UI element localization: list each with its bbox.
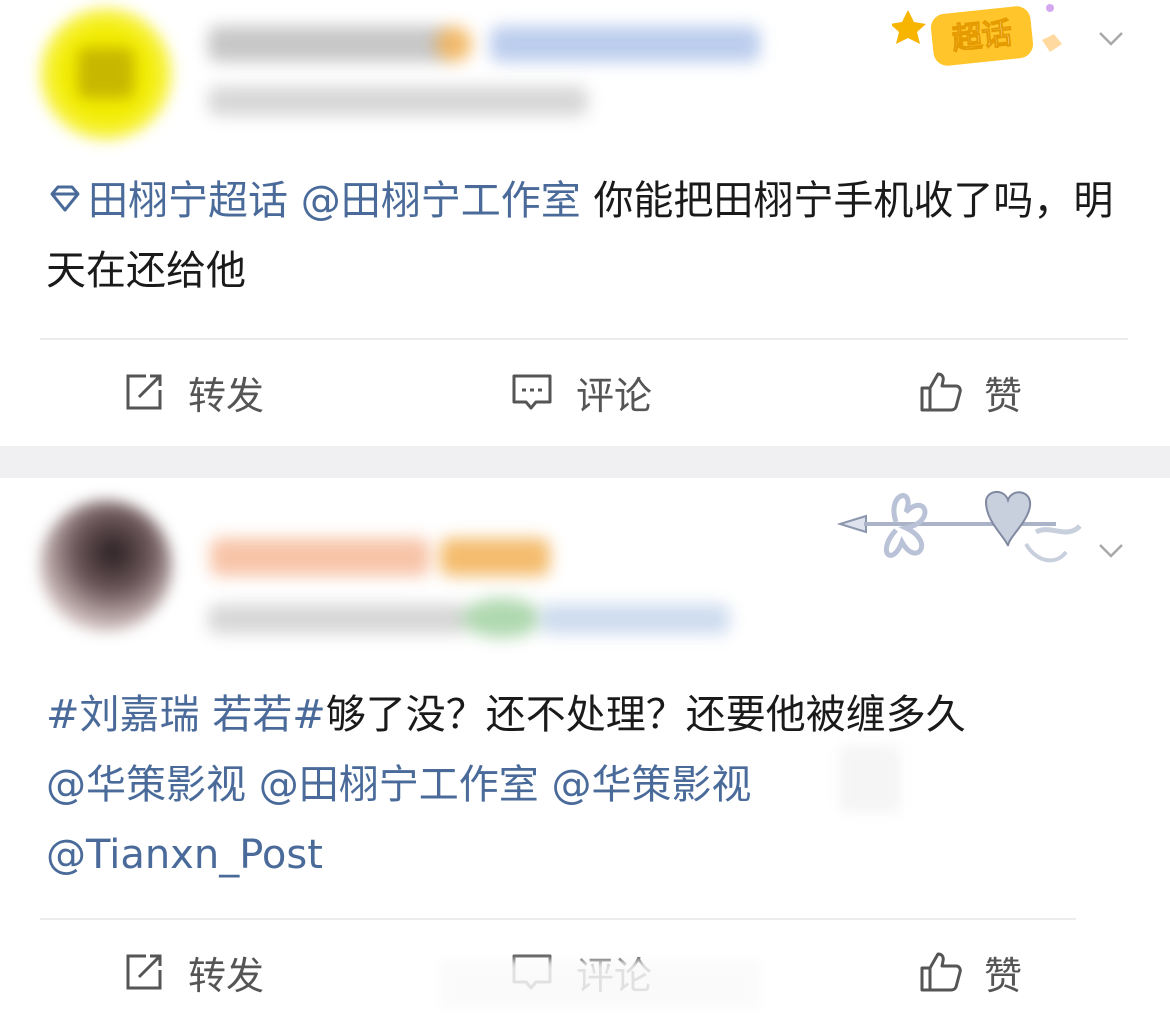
like-label: 赞 — [984, 953, 1023, 998]
repost-button[interactable]: 转发 — [122, 942, 264, 1002]
mention-link[interactable]: @田栩宁工作室 — [259, 762, 539, 808]
repost-label: 转发 — [188, 953, 265, 998]
like-label: 赞 — [984, 373, 1023, 418]
repost-button[interactable]: 转发 — [122, 362, 264, 422]
post-meta-blurred — [208, 86, 588, 116]
like-button[interactable]: 赞 — [918, 942, 1022, 1002]
device-label-blurred — [540, 604, 730, 634]
fan-badge-blurred — [490, 26, 760, 62]
post-card: 超话 田栩宁超话 @田栩宁工作室 你能把田栩宁手机收了吗，明天在还给他 转发 评… — [0, 0, 1170, 446]
like-icon — [918, 950, 962, 994]
vip-badge-blurred — [436, 26, 472, 62]
post-meta-blurred — [208, 604, 468, 634]
super-topic-icon — [50, 185, 80, 212]
image-artifact — [440, 960, 760, 1010]
decoration-heart-arrow — [836, 482, 1086, 572]
mention-link[interactable]: @华策影视 — [46, 762, 246, 808]
comment-icon — [510, 370, 554, 414]
chevron-down-icon[interactable] — [1098, 26, 1124, 52]
avatar[interactable] — [40, 8, 172, 140]
username-blurred[interactable] — [210, 538, 430, 576]
mention-link[interactable]: @华策影视 — [551, 762, 751, 808]
divider — [40, 338, 1128, 340]
mention-link[interactable]: @Tianxn_Post — [46, 832, 323, 878]
super-topic-label: 超话 — [950, 17, 1013, 56]
divider — [40, 918, 1076, 920]
repost-icon — [122, 370, 166, 414]
repost-label: 转发 — [188, 373, 265, 418]
comment-button[interactable]: 评论 — [510, 362, 652, 422]
post-content: #刘嘉瑞 若若#够了没？还不处理？还要他被缠多久 @华策影视 @田栩宁工作室 @… — [46, 680, 1120, 890]
post-text: 够了没？还不处理？还要他被缠多久 — [325, 692, 966, 738]
mention-link[interactable]: @田栩宁工作室 — [301, 178, 581, 224]
comment-label: 评论 — [576, 373, 653, 418]
super-topic-text: 田栩宁超话 — [88, 178, 288, 224]
post-content: 田栩宁超话 @田栩宁工作室 你能把田栩宁手机收了吗，明天在还给他 — [46, 166, 1120, 306]
vip-badge-blurred — [440, 538, 550, 576]
avatar[interactable] — [40, 500, 172, 632]
device-icons-blurred — [462, 598, 542, 638]
like-button[interactable]: 赞 — [918, 362, 1022, 422]
repost-icon — [122, 950, 166, 994]
hashtag-link[interactable]: #刘嘉瑞 若若# — [46, 692, 326, 738]
super-topic-link[interactable]: 田栩宁超话 — [46, 178, 288, 224]
username-blurred[interactable] — [208, 26, 448, 62]
like-icon — [918, 370, 962, 414]
action-bar: 转发 评论 赞 — [0, 362, 1170, 422]
image-artifact — [840, 746, 900, 812]
chevron-down-icon[interactable] — [1098, 538, 1124, 564]
feed-separator — [0, 446, 1170, 478]
super-topic-badge[interactable]: 超话 — [890, 0, 1072, 80]
